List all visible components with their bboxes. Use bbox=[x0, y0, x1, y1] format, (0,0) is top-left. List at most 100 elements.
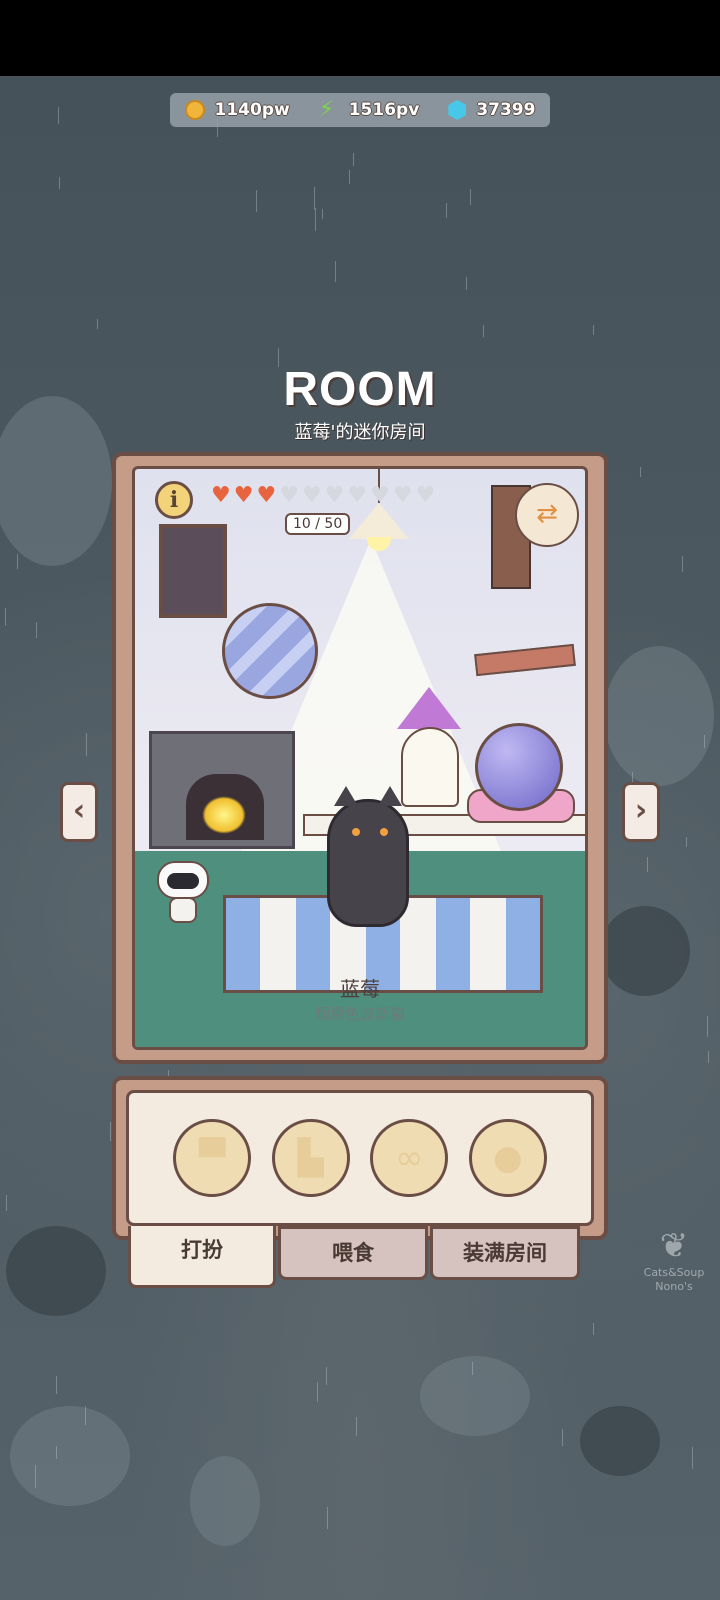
rain-streak bbox=[17, 554, 18, 569]
lightning-icon: ⚡ bbox=[318, 97, 335, 122]
witch-hat bbox=[397, 687, 461, 729]
ghost-plush[interactable] bbox=[401, 727, 459, 807]
rain-streak bbox=[86, 733, 87, 756]
rain-streak bbox=[326, 1367, 327, 1385]
energy-amount: 1516pv bbox=[348, 100, 420, 120]
rain-streak bbox=[593, 1323, 594, 1335]
rain-streak bbox=[110, 1122, 111, 1141]
coin-amount: 1140pw bbox=[214, 100, 290, 120]
wheel-deco bbox=[600, 906, 690, 996]
lamp-deco bbox=[190, 1456, 260, 1546]
room-scene[interactable]: i ♥ ♥ ♥ ♥ ♥ ♥ ♥ ♥ ♥ ♥ 10 / 50 ⇄ 蓝莓 烟熏色波斯… bbox=[132, 466, 588, 1050]
heart-empty-icon: ♥ bbox=[392, 483, 413, 508]
wall-picture[interactable] bbox=[159, 524, 227, 618]
glasses-slot-icon[interactable]: ∞ bbox=[370, 1119, 449, 1197]
tab-feed[interactable]: 喂食 bbox=[278, 1226, 428, 1280]
rain-streak bbox=[256, 190, 257, 212]
hat-slot-icon[interactable]: ▀ bbox=[173, 1119, 252, 1197]
robot-body bbox=[169, 897, 197, 923]
cat-ear-right bbox=[378, 786, 402, 806]
rain-streak bbox=[707, 1016, 708, 1037]
rain-streak bbox=[56, 1446, 57, 1459]
heart-empty-icon: ♥ bbox=[279, 483, 299, 508]
rain-streak bbox=[85, 1406, 86, 1425]
cauldron-deco bbox=[580, 1406, 660, 1476]
rain-streak bbox=[682, 556, 683, 572]
tab-dress-up[interactable]: 打扮 bbox=[128, 1226, 276, 1288]
room-frame: i ♥ ♥ ♥ ♥ ♥ ♥ ♥ ♥ ♥ ♥ 10 / 50 ⇄ 蓝莓 烟熏色波斯… bbox=[112, 452, 608, 1064]
cat-eye-left bbox=[352, 828, 360, 836]
coin-counter[interactable]: 1140pw bbox=[184, 100, 290, 120]
rain-streak bbox=[640, 467, 641, 477]
gem-icon bbox=[448, 100, 467, 120]
cat-ear-left bbox=[334, 786, 358, 806]
rain-streak bbox=[356, 1417, 357, 1436]
rain-streak bbox=[56, 1376, 57, 1394]
page-title: ROOM bbox=[283, 363, 437, 416]
outfit-slots: ▀ ▙ ∞ ● bbox=[126, 1090, 594, 1226]
rain-streak bbox=[36, 622, 37, 638]
rain-streak bbox=[317, 1382, 318, 1402]
rain-streak bbox=[692, 1447, 693, 1469]
cat-character[interactable] bbox=[327, 786, 409, 927]
rain-streak bbox=[466, 277, 467, 290]
heart-full-icon: ♥ bbox=[211, 483, 231, 508]
rain-streak bbox=[97, 319, 98, 329]
house-deco bbox=[604, 646, 714, 786]
fireplace[interactable] bbox=[149, 731, 295, 849]
swap-cat-button[interactable]: ⇄ bbox=[515, 483, 579, 547]
rain-streak bbox=[58, 107, 59, 124]
cat-eye-right bbox=[380, 828, 388, 836]
rain-streak bbox=[59, 177, 60, 189]
tab-fill-room[interactable]: 装满房间 bbox=[430, 1226, 580, 1280]
heart-empty-icon: ♥ bbox=[370, 483, 390, 508]
rain-streak bbox=[335, 261, 336, 282]
leaf-logo-icon: ❦ bbox=[659, 1226, 689, 1266]
rain-streak bbox=[470, 189, 471, 205]
rain-streak bbox=[647, 857, 648, 872]
rain-streak bbox=[593, 325, 594, 335]
info-button[interactable]: i bbox=[155, 481, 193, 519]
rain-streak bbox=[472, 1362, 473, 1375]
rain-streak bbox=[349, 170, 350, 184]
outfit-panel: ▀ ▙ ∞ ● bbox=[112, 1076, 608, 1240]
affection-counter: 10 / 50 bbox=[285, 513, 351, 535]
rain-streak bbox=[5, 608, 6, 626]
rain-streak bbox=[322, 209, 323, 219]
rain-streak bbox=[35, 1465, 36, 1488]
heart-empty-icon: ♥ bbox=[347, 483, 368, 508]
currency-bar: 1140pw ⚡ 1516pv 37399 bbox=[170, 93, 550, 127]
next-room-button[interactable]: › bbox=[622, 782, 660, 842]
fire-icon bbox=[202, 796, 246, 834]
tab-bar: 打扮 喂食 装满房间 bbox=[128, 1226, 592, 1288]
energy-counter[interactable]: ⚡ 1516pv bbox=[319, 99, 420, 121]
heart-empty-icon: ♥ bbox=[324, 483, 345, 508]
rain-streak bbox=[353, 153, 354, 166]
cat-breed: 烟熏色波斯猫 bbox=[314, 1005, 405, 1023]
ceiling-lamp bbox=[349, 503, 409, 539]
game-logo-watermark: ❦ Cats&Soup Nono's bbox=[636, 1226, 712, 1310]
heart-full-icon: ♥ bbox=[233, 483, 254, 508]
rain-streak bbox=[327, 1507, 328, 1529]
rain-streak bbox=[562, 1429, 563, 1446]
rain-streak bbox=[315, 208, 316, 231]
round-mirror[interactable] bbox=[222, 603, 318, 699]
robot-cat-helper[interactable] bbox=[157, 861, 209, 927]
gazebo-deco bbox=[420, 1356, 530, 1436]
robot-face bbox=[167, 873, 199, 889]
face-slot-icon[interactable]: ● bbox=[468, 1119, 547, 1197]
logo-text: Cats&Soup Nono's bbox=[643, 1266, 705, 1293]
rain-streak bbox=[314, 187, 315, 210]
coin-icon bbox=[184, 100, 205, 120]
rain-streak bbox=[686, 837, 687, 847]
rain-streak bbox=[704, 735, 705, 748]
crystal-ball[interactable] bbox=[475, 723, 563, 811]
rain-streak bbox=[483, 325, 484, 337]
gem-counter[interactable]: 37399 bbox=[448, 100, 535, 120]
cat-name: 蓝莓 bbox=[340, 977, 380, 1001]
previous-room-button[interactable]: ‹ bbox=[60, 782, 98, 842]
status-bar bbox=[0, 0, 720, 76]
rain-streak bbox=[708, 1051, 709, 1063]
gem-amount: 37399 bbox=[476, 100, 536, 120]
shirt-slot-icon[interactable]: ▙ bbox=[271, 1119, 350, 1197]
